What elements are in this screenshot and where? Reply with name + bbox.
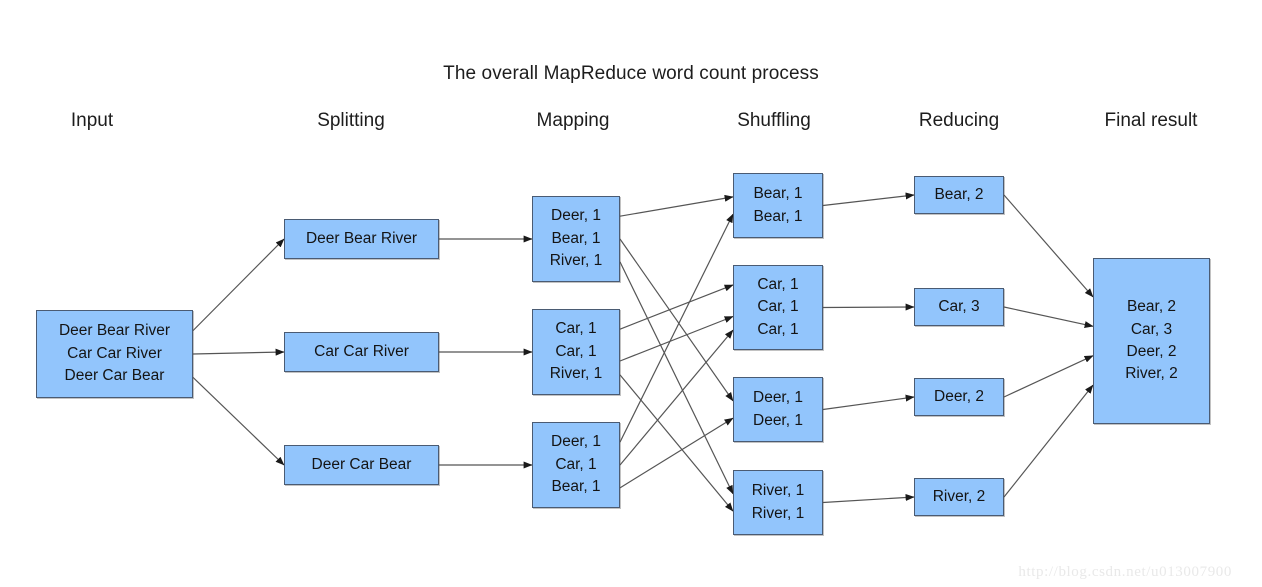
column-header-final_result: Final result [1104, 110, 1198, 131]
node-line: River, 1 [751, 482, 805, 500]
edge-input-to-split-1 [192, 238, 285, 332]
node-line: Deer Car Bear [311, 455, 412, 473]
node-line: Car, 3 [1130, 320, 1173, 338]
node-line: Car, 1 [757, 298, 799, 316]
node-line: Deer Car Bear [64, 367, 165, 385]
node-reducing-0: Bear, 2 [914, 176, 1004, 214]
node-line: River, 1 [751, 504, 805, 522]
node-shuffling-2: Deer, 1 Deer, 1 [733, 377, 823, 442]
node-line: River, 2 [1125, 365, 1178, 383]
edge-reduce-bear-to-final [1003, 194, 1094, 298]
node-line: Car, 1 [757, 320, 799, 338]
node-input-0: Deer Bear River Car Car River Deer Car Bea… [36, 310, 193, 398]
edge-shuffle-to-reduce-deer [822, 394, 915, 411]
edge-reduce-car-to-final [1003, 306, 1094, 328]
node-splitting-1: Car Car River [284, 332, 439, 372]
edge-shuffle-to-reduce-car [822, 303, 915, 311]
node-line: River, 1 [549, 252, 603, 270]
node-line: Car, 3 [938, 297, 980, 315]
node-mapping-1: Car, 1 Car, 1 River, 1 [532, 309, 620, 395]
node-line: Deer Bear River [305, 229, 418, 247]
node-line: Car, 1 [757, 275, 799, 293]
node-shuffling-0: Bear, 1 Bear, 1 [733, 173, 823, 238]
edge-map3-car-to-car-group [619, 329, 734, 466]
edge-map2-car-to-car-group-b [619, 315, 734, 362]
node-line: River, 1 [549, 365, 603, 383]
node-line: Deer, 2 [934, 387, 984, 405]
node-line: Bear, 1 [551, 229, 601, 247]
node-mapping-2: Deer, 1 Car, 1 Bear, 1 [532, 422, 620, 508]
edge-map3-bear-to-bear-group [619, 213, 734, 443]
node-shuffling-1: Car, 1 Car, 1 Car, 1 [733, 265, 823, 350]
edge-shuffle-to-reduce-bear [822, 192, 915, 207]
node-reducing-3: River, 2 [914, 478, 1004, 516]
column-header-reducing: Reducing [918, 110, 1000, 131]
node-splitting-0: Deer Bear River [284, 219, 439, 259]
edge-map1-river-to-river-group [619, 261, 734, 495]
node-line: Bear, 1 [753, 207, 803, 225]
column-header-input: Input [70, 110, 114, 131]
node-line: Deer, 1 [753, 389, 803, 407]
edge-map2-car-to-car-group-a [619, 284, 734, 330]
column-header-shuffling: Shuffling [737, 110, 811, 131]
node-line: Car Car River [67, 344, 162, 362]
edge-reduce-deer-to-final [1003, 355, 1094, 398]
edge-input-to-split-2 [192, 348, 285, 356]
node-line: Bear, 2 [934, 185, 984, 203]
mapreduce-diagram: The overall MapReduce word count process… [0, 0, 1262, 587]
column-header-mapping: Mapping [536, 110, 610, 131]
node-line: River, 2 [932, 487, 986, 505]
node-line: Bear, 1 [753, 185, 803, 203]
node-splitting-2: Deer Car Bear [284, 445, 439, 485]
node-shuffling-3: River, 1 River, 1 [733, 470, 823, 535]
node-reducing-1: Car, 3 [914, 288, 1004, 326]
edge-input-to-split-3 [192, 376, 285, 466]
node-final_result-0: Bear, 2 Car, 3 Deer, 2 River, 2 [1093, 258, 1210, 424]
edge-shuffle-to-reduce-river [822, 494, 915, 504]
node-line: Car Car River [314, 342, 409, 360]
node-line: Bear, 1 [551, 478, 601, 496]
edge-map1-deer-to-deer-group [619, 238, 734, 402]
node-line: Car, 1 [555, 342, 597, 360]
node-line: Deer, 1 [551, 207, 601, 225]
page-title: The overall MapReduce word count process [443, 63, 819, 84]
node-line: Deer Bear River [58, 322, 171, 340]
edge-map2-river-to-river-group [619, 374, 734, 512]
edge-reduce-river-to-final [1003, 384, 1094, 498]
column-header-splitting: Splitting [317, 110, 385, 131]
node-line: Bear, 2 [1126, 298, 1177, 316]
edge-deer1-to-bear-group [619, 194, 734, 217]
node-line: Car, 1 [555, 455, 597, 473]
node-line: Deer, 1 [551, 433, 601, 451]
node-line: Deer, 2 [1126, 343, 1177, 360]
node-mapping-0: Deer, 1 Bear, 1 River, 1 [532, 196, 620, 282]
edge-map3-deer-to-deer-group [619, 417, 734, 489]
edge-layer [192, 192, 1094, 512]
node-line: Car, 1 [555, 320, 597, 338]
node-reducing-2: Deer, 2 [914, 378, 1004, 416]
watermark: http://blog.csdn.net/u013007900 [1018, 564, 1232, 580]
node-line: Deer, 1 [753, 411, 803, 429]
